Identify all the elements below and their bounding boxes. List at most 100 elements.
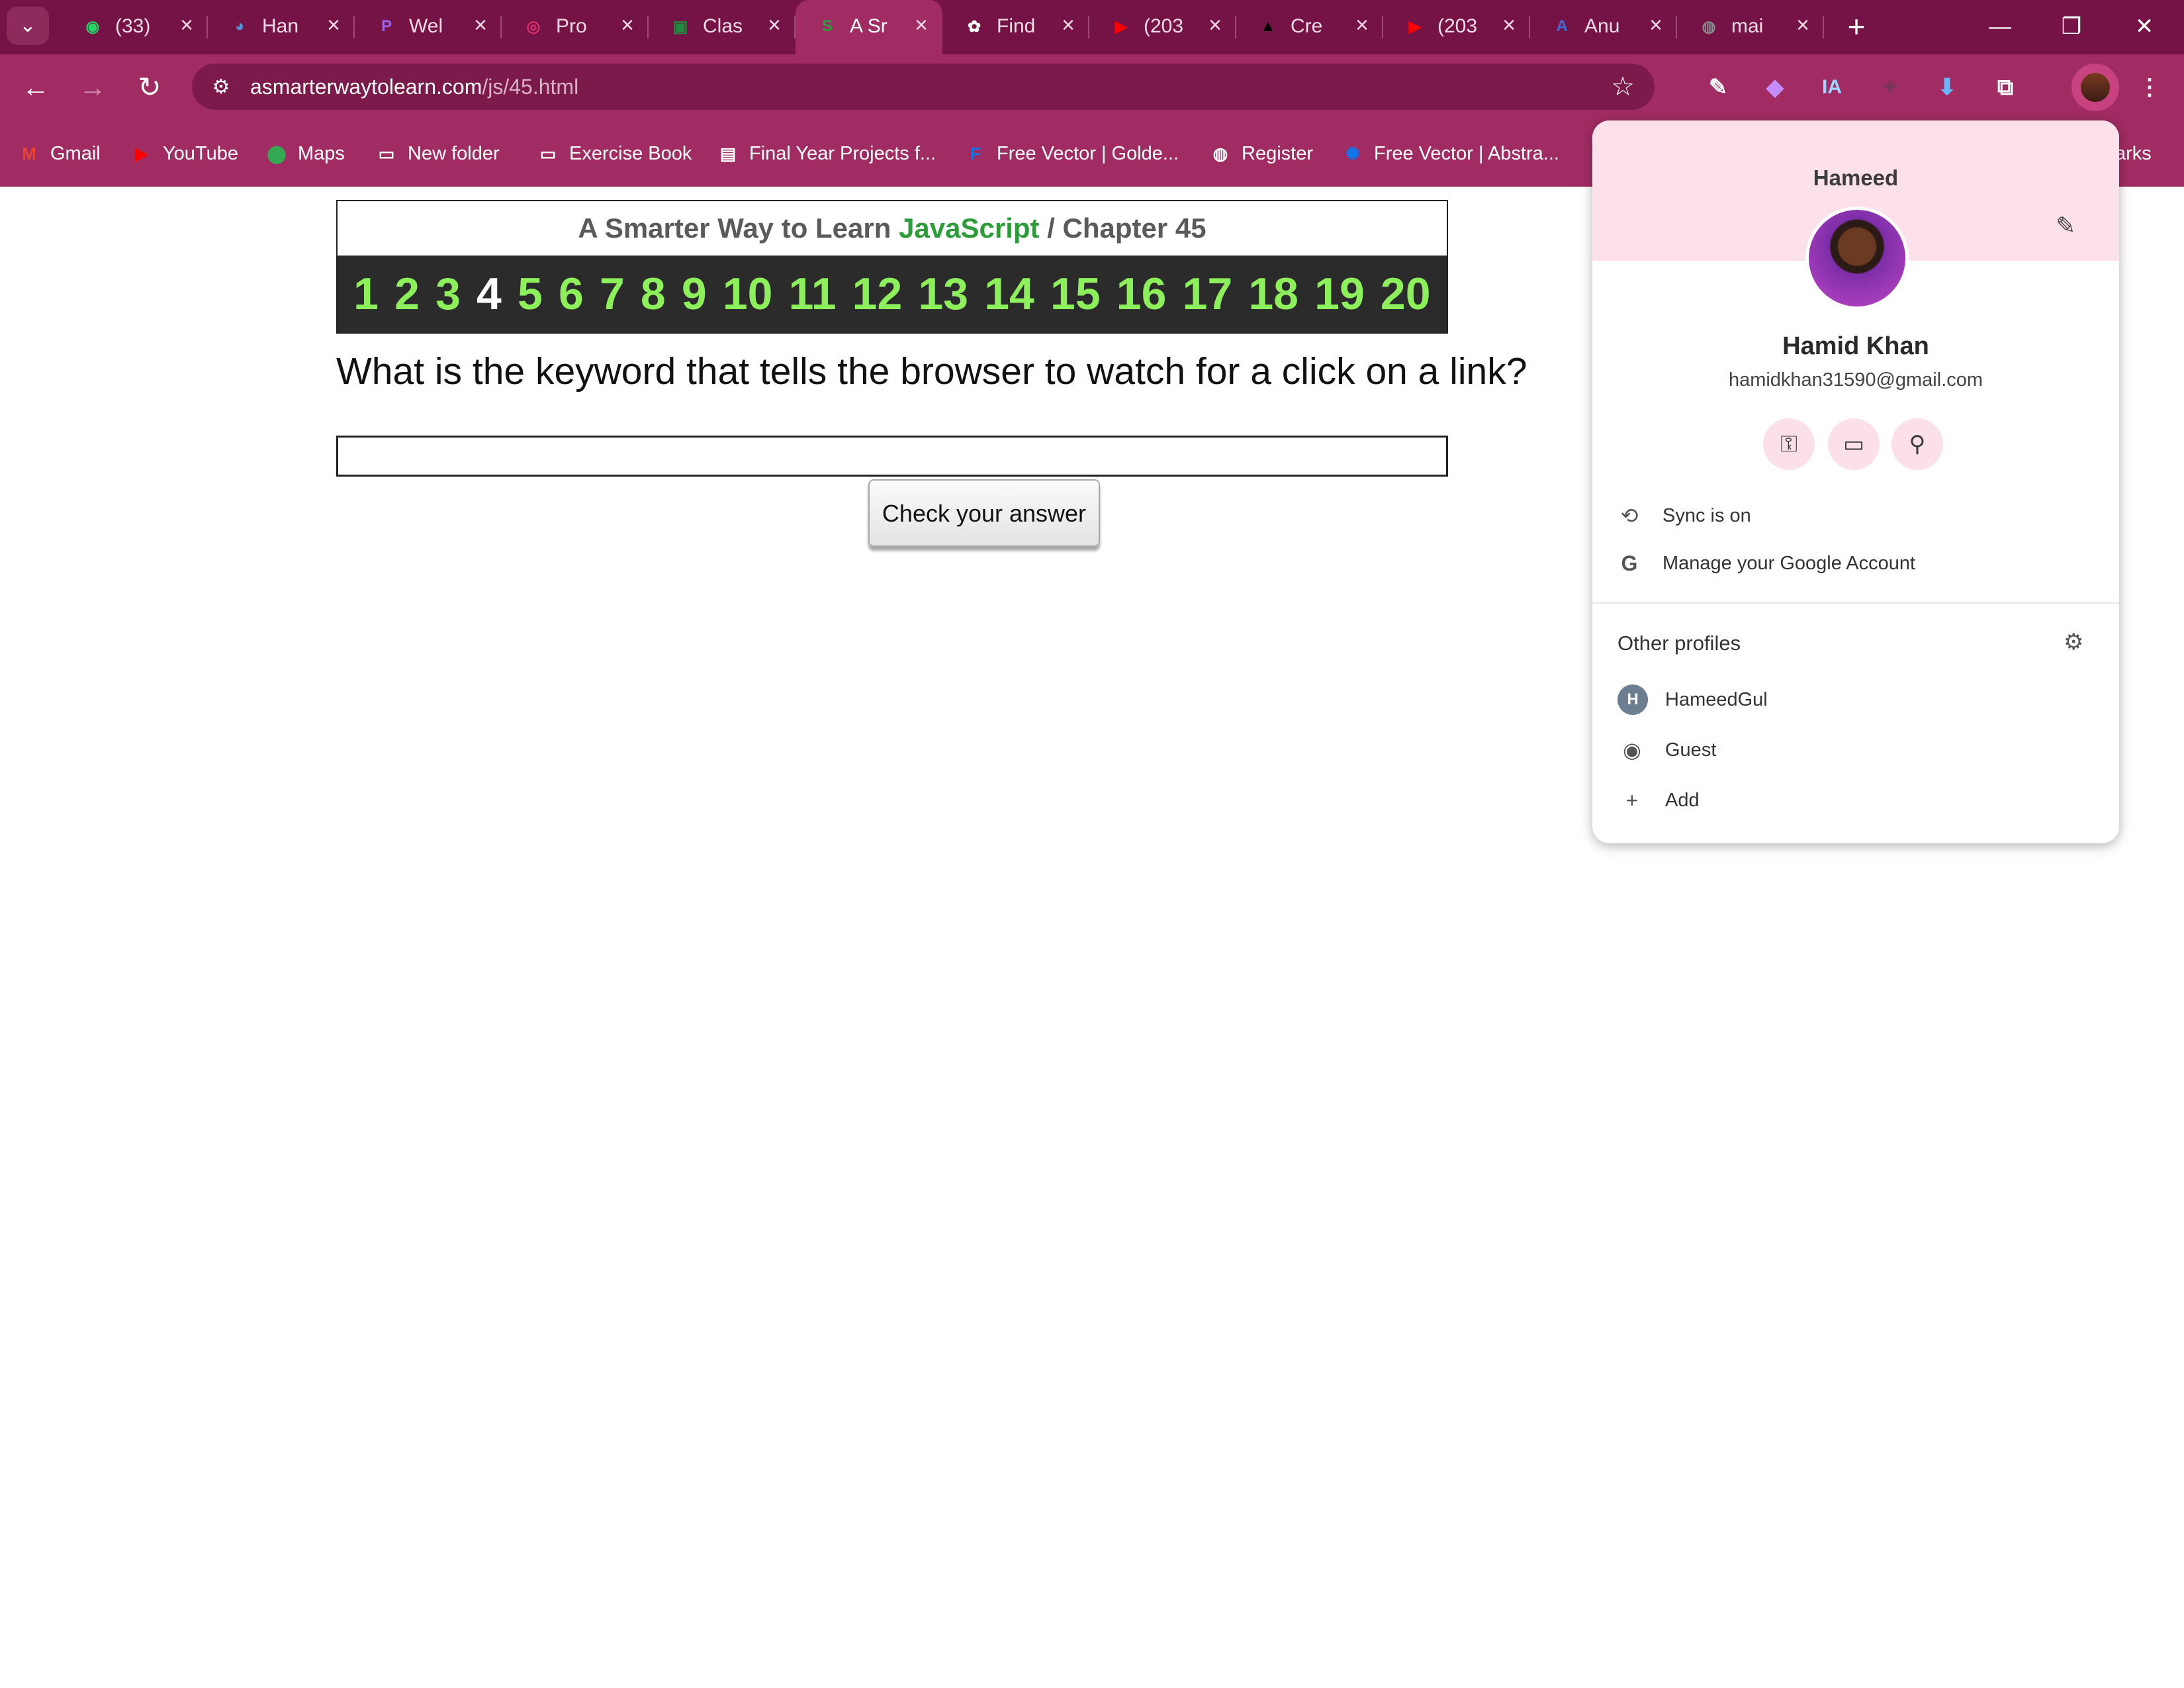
tab-close-icon[interactable]: × [1350,12,1374,38]
exercise-number-link[interactable]: 1 [353,268,379,320]
tab-close-icon[interactable]: × [1644,12,1668,38]
exercise-number-link[interactable]: 14 [984,268,1034,320]
tab-close-icon[interactable]: × [1203,12,1227,38]
bookmark-item[interactable]: ▭ New folder [375,138,500,169]
exercise-number-link[interactable]: 15 [1050,268,1101,320]
minimize-button[interactable]: — [1967,7,2033,46]
exercise-number-link[interactable]: 19 [1314,268,1365,320]
profile-menu: Hameed ✎ Hamid Khan hamidkhan31590@gmail… [1592,120,2119,843]
new-tab-button[interactable]: + [1840,8,1873,45]
restore-button[interactable]: ❐ [2038,7,2105,46]
exercise-number-link[interactable]: 12 [852,268,903,320]
tab[interactable]: ▣ Clas × [649,0,796,54]
bookmark-item[interactable]: F Free Vector | Golde... [964,138,1179,169]
extension-purple-icon[interactable]: ◆ [1755,68,1795,107]
tab[interactable]: S A Sr × [796,0,942,54]
back-button[interactable]: ← [16,69,56,106]
profile-button[interactable] [2071,64,2119,111]
tab-close-icon[interactable]: × [1791,12,1815,38]
exercise-number-link[interactable]: 11 [789,268,837,320]
bookmark-label: Free Vector | Golde... [997,142,1179,164]
exercise-number-link[interactable]: 2 [394,268,420,320]
answer-input[interactable] [336,436,1448,477]
exercise-number-link[interactable]: 8 [641,268,666,320]
edit-pencil-icon[interactable]: ✎ [2056,212,2075,240]
tab[interactable]: ◎ Pro × [502,0,649,54]
tab-close-icon[interactable]: × [175,12,199,38]
payment-card-icon[interactable]: ▭ [1828,418,1880,470]
exercise-number-link[interactable]: 17 [1183,268,1233,320]
bookmark-item[interactable]: M Gmail [17,138,101,169]
tab[interactable]: ▶ (203 × [1089,0,1236,54]
google-g-icon: G [1621,551,1638,575]
tab-close-icon[interactable]: × [615,12,639,38]
bookmark-label: Free Vector | Abstra... [1374,142,1559,164]
exercise-number-link[interactable]: 9 [682,268,707,320]
reload-button[interactable]: ↻ [130,69,169,106]
extension-dim-icon[interactable]: ✦ [1870,68,1910,107]
exercise-number-link[interactable]: 10 [723,268,773,320]
url-domain: asmarterwaytolearn.com [250,75,482,99]
all-bookmarks-label: arks [2115,142,2152,164]
passwords-key-icon[interactable]: ⚿ [1763,418,1815,470]
profile-item-hameedgul[interactable]: H HameedGul [1617,682,1768,718]
bookmark-item[interactable]: ▶ YouTube [130,138,238,169]
close-icon: ✕ [2134,14,2154,39]
forward-button[interactable]: → [73,69,113,106]
tab-close-icon[interactable]: × [762,12,786,38]
profile-avatar-small [2081,73,2110,102]
tab-title: Cre [1291,15,1323,37]
tab[interactable]: ▶ (203 × [1383,0,1530,54]
profile-item-guest[interactable]: ◉ Guest [1617,732,1716,768]
bookmark-label: Gmail [50,142,101,164]
tab-close-icon[interactable]: × [469,12,492,38]
tab[interactable]: ◕ Han × [208,0,355,54]
exercise-number-link[interactable]: 5 [518,268,543,320]
exercise-number-link[interactable]: 20 [1381,268,1431,320]
exercise-number-link[interactable]: 3 [435,268,461,320]
tab-close-icon[interactable]: × [1056,12,1080,38]
bookmark-item[interactable]: ✺ Free Vector | Abstra... [1341,138,1559,169]
bookmark-item[interactable]: ▭ Exercise Book [536,138,692,169]
tab-close-icon[interactable]: × [1497,12,1521,38]
address-pin-icon[interactable]: ⚲ [1891,418,1943,470]
manage-profiles-gear-icon[interactable]: ⚙ [2064,629,2083,655]
site-info-icon[interactable]: ⚙ [206,73,236,102]
bookmark-item[interactable]: ⬤ Maps [265,138,345,169]
close-window-button[interactable]: ✕ [2111,7,2177,46]
address-bar[interactable]: ⚙ asmarterwaytolearn.com/js/45.html ☆ [192,64,1655,110]
sync-label: Sync is on [1662,504,1751,526]
download-icon[interactable]: ⬇ [1927,68,1967,107]
profile-badge: H [1617,684,1648,715]
tab-close-icon[interactable]: × [322,12,345,38]
url-text[interactable]: asmarterwaytolearn.com/js/45.html [250,74,578,99]
ia-extension-icon[interactable]: IA [1812,68,1852,107]
profile-item-label: Add [1665,789,1700,811]
add-profile-item[interactable]: + Add [1617,782,1700,818]
bookmark-item[interactable]: ◍ Register [1208,138,1313,169]
all-bookmarks-link[interactable]: arks [2115,138,2152,169]
tab[interactable]: P Wel × [355,0,502,54]
tab[interactable]: ◍ mai × [1677,0,1824,54]
exercise-number-link[interactable]: 7 [600,268,625,320]
exercise-number-link[interactable]: 6 [559,268,584,320]
exercise-number-link[interactable]: 18 [1248,268,1298,320]
exercise-number-link[interactable]: 13 [918,268,968,320]
eyedropper-extension-icon[interactable]: ✎ [1698,68,1738,107]
bookmark-item[interactable]: ▤ Final Year Projects f... [716,138,936,169]
check-answer-button[interactable]: Check your answer [868,479,1100,547]
tab-search-button[interactable]: ⌄ [7,7,49,45]
menu-dots-icon[interactable]: ⋮ [2130,68,2169,107]
tab-close-icon[interactable]: × [909,12,933,38]
tab[interactable]: A Anu × [1530,0,1677,54]
bookmark-star-icon[interactable]: ☆ [1611,71,1635,102]
tab[interactable]: ◉ (33) × [61,0,208,54]
tab[interactable]: ▲ Cre × [1236,0,1383,54]
exercise-number-link[interactable]: 16 [1116,268,1167,320]
manage-account-item[interactable]: G Manage your Google Account [1615,545,1916,581]
sync-status-item[interactable]: ⟲ Sync is on [1615,498,1751,534]
exercise-number-link[interactable]: 4 [477,268,502,320]
bookmark-label: Maps [298,142,345,164]
puzzle-extensions-icon[interactable]: ⧉ [1985,68,2025,107]
tab[interactable]: ✿ Find × [942,0,1089,54]
